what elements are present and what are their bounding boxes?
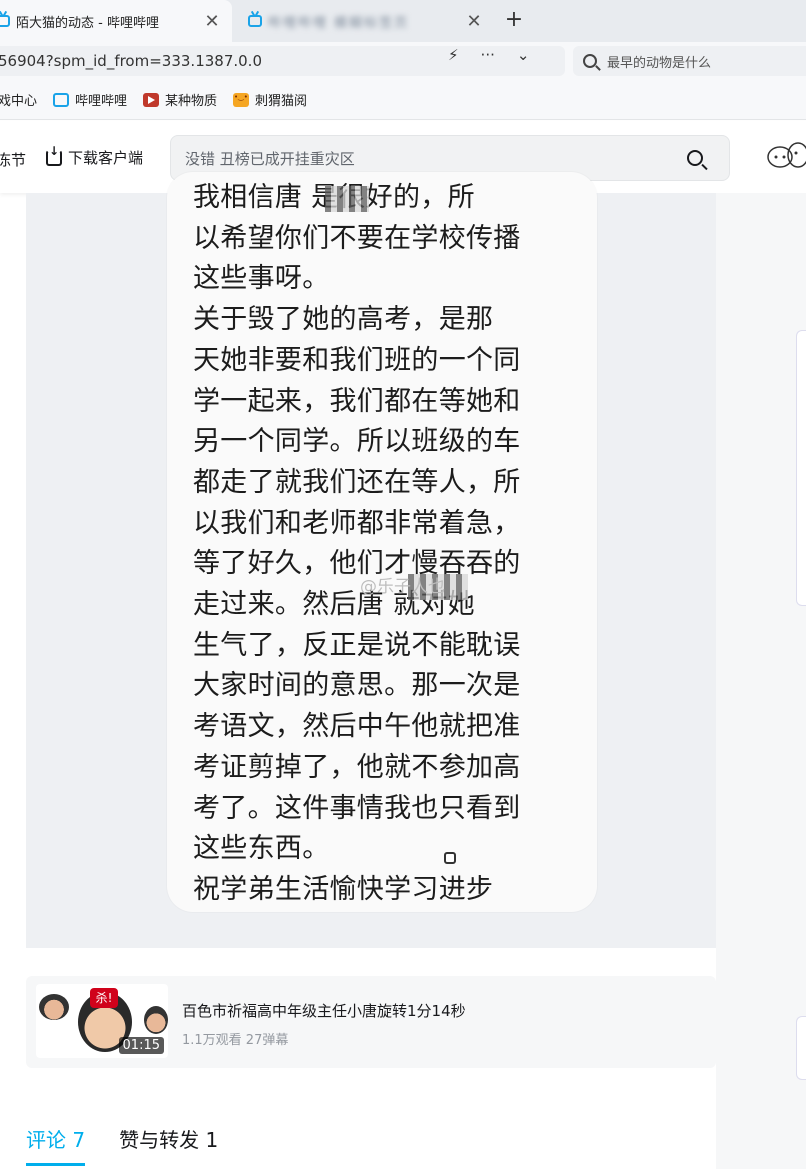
bookmark-label: 戏中心 [0,94,38,109]
play-icon [143,92,160,107]
tab-title-blurred: 哔哩哔哩 模糊标签页 [268,15,410,31]
browser-tab-inactive[interactable]: 哔哩哔哩 模糊标签页 ✕ [238,0,494,42]
bilibili-tv-icon [53,92,70,107]
comment-tabs: 评论 7 赞与转发 1 [26,1124,218,1166]
bookmark-label: 某种物质 [165,94,218,109]
bookmark-hedgehog[interactable]: 刺猬猫阅 [233,90,307,109]
bilibili-tv-icon [248,15,262,27]
chevron-down-icon[interactable]: ⌄ [517,46,530,64]
browser-tab-bar: 陌大猫的动态 - 哔哩哔哩 ✕ 哔哩哔哩 模糊标签页 ✕ + [0,0,806,42]
thumbnail-face [39,994,69,1020]
close-tab-icon[interactable]: ✕ [202,11,222,32]
watermark: @乐子人也 [360,577,445,597]
browser-tab-active[interactable]: 陌大猫的动态 - 哔哩哔哩 ✕ [0,0,232,42]
video-thumbnail[interactable]: 杀! 01:15 [36,984,168,1058]
censor-mosaic [325,186,369,212]
browser-search-input[interactable]: 最早的动物是什么 [573,46,806,76]
video-duration: 01:15 [118,1037,164,1054]
close-tab-icon[interactable]: ✕ [464,11,484,32]
download-client-button[interactable]: 下载客户端 [46,144,144,168]
new-tab-button[interactable]: + [500,6,528,34]
flash-icon[interactable]: ⚡ [448,46,459,64]
address-bar: 56904?spm_id_from=333.1387.0.0 ⚡ ··· ⌄ 最… [0,42,806,80]
search-icon[interactable] [687,150,703,166]
download-icon [46,144,62,166]
bilibili-tv-icon [0,15,10,27]
chat-message-text: 我相信唐 是很好的，所 以希望你们不要在学校传播 这些事呀。 关于毁了她的高考，… [193,182,521,905]
hedgehog-face-icon [233,92,250,107]
tab-title: 陌大猫的动态 - 哔哩哔哩 [16,15,159,31]
sidebar-card-edge [796,1016,806,1080]
bookmark-game-center[interactable]: 戏中心 [0,90,37,109]
sidebar-card-edge [796,330,806,606]
bookmark-label: 哔哩哔哩 [75,94,128,109]
more-icon[interactable]: ··· [481,46,495,64]
thumbnail-tag: 杀! [90,988,118,1008]
thumbnail-face [144,1006,168,1034]
nav-item-festival[interactable]: 冻节 [0,149,26,170]
tab-likes-reposts[interactable]: 赞与转发 1 [119,1124,218,1166]
site-search-placeholder: 没错 丑榜已成开挂重灾区 [185,149,355,168]
search-icon [583,54,597,68]
browser-search-placeholder: 最早的动物是什么 [607,55,712,71]
tab-comments[interactable]: 评论 7 [26,1124,86,1166]
bookmark-bilibili[interactable]: 哔哩哔哩 [53,90,127,109]
bookmark-video[interactable]: 某种物质 [143,90,217,109]
video-title[interactable]: 百色市祈福高中年级主任小唐旋转1分14秒 [182,1000,466,1021]
url-actions: ⚡ ··· ⌄ [448,46,558,64]
cursor-icon [444,852,456,864]
right-sidebar [716,193,806,1169]
video-stats: 1.1万观看 27弹幕 [182,1033,289,1048]
bookmark-label: 刺猬猫阅 [255,94,308,109]
bookmarks-bar: 戏中心 哔哩哔哩 某种物质 刺猬猫阅 [0,80,806,120]
doodle-mascot-icon [767,142,806,168]
url-text: 56904?spm_id_from=333.1387.0.0 [0,52,262,70]
download-label: 下载客户端 [68,149,144,167]
